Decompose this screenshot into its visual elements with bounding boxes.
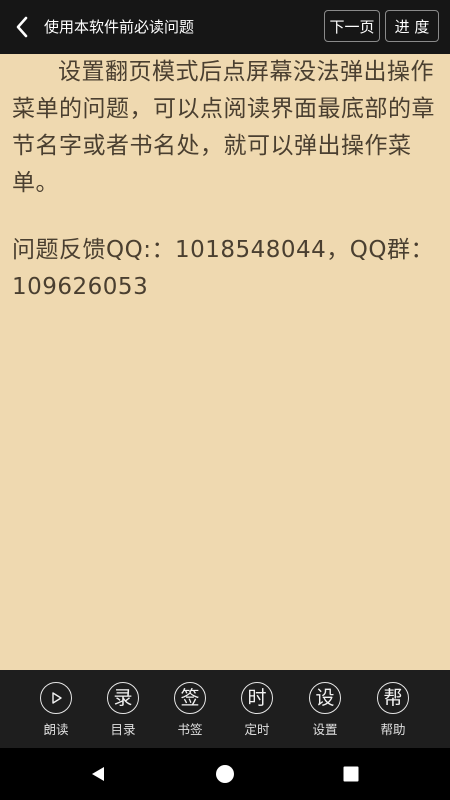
catalog-button[interactable]: 录 目录 <box>93 682 153 740</box>
progress-button[interactable]: 进 度 <box>385 10 439 42</box>
square-recents-icon <box>343 766 359 782</box>
bookmark-button[interactable]: 签 书签 <box>160 682 220 740</box>
settings-button[interactable]: 设 设置 <box>295 682 355 740</box>
timer-icon: 时 <box>241 682 273 714</box>
system-nav-bar <box>0 748 450 800</box>
read-aloud-button[interactable]: 朗读 <box>26 682 86 740</box>
back-arrow-icon <box>16 16 28 38</box>
help-icon: 帮 <box>377 682 409 714</box>
catalog-label: 目录 <box>110 722 136 737</box>
top-bar: 使用本软件前必读问题 下一页 进 度 <box>0 0 450 54</box>
settings-label: 设置 <box>312 722 338 737</box>
feedback-paragraph: 问题反馈QQ:：1018548044，QQ群：109626053 <box>12 237 434 300</box>
page-title: 使用本软件前必读问题 <box>44 18 195 36</box>
circle-home-icon <box>216 765 234 783</box>
triangle-back-icon <box>92 767 104 781</box>
settings-icon: 设 <box>309 682 341 714</box>
bookmark-icon: 签 <box>174 682 206 714</box>
help-label: 帮助 <box>380 722 406 737</box>
reader-toolbar: 朗读 录 目录 签 书签 时 定时 设 设置 帮 帮助 <box>0 670 450 748</box>
nav-home-button[interactable] <box>205 758 245 790</box>
nav-recents-button[interactable] <box>331 758 371 790</box>
reading-area[interactable]: 设置翻页模式后点屏幕没法弹出操作菜单的问题，可以点阅读界面最底部的章节名字或者书… <box>0 54 450 670</box>
bookmark-label: 书签 <box>177 722 203 737</box>
read-aloud-label: 朗读 <box>43 722 69 737</box>
next-page-button[interactable]: 下一页 <box>324 10 380 42</box>
article-paragraph: 设置翻页模式后点屏幕没法弹出操作菜单的问题，可以点阅读界面最底部的章节名字或者书… <box>12 59 435 196</box>
timer-button[interactable]: 时 定时 <box>227 682 287 740</box>
catalog-icon: 录 <box>107 682 139 714</box>
play-icon <box>40 682 72 714</box>
back-button[interactable] <box>4 7 40 47</box>
help-button[interactable]: 帮 帮助 <box>363 682 423 740</box>
nav-back-button[interactable] <box>78 758 118 790</box>
timer-label: 定时 <box>244 722 270 737</box>
